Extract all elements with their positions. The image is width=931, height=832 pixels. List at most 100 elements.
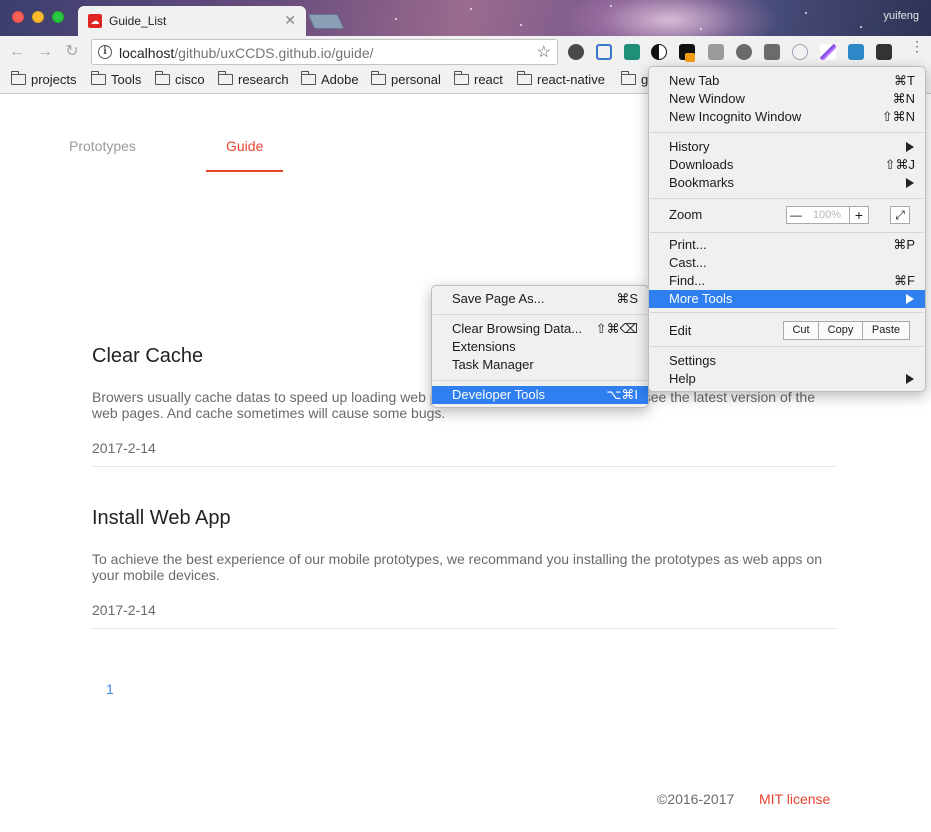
- extension-gear-icon[interactable]: [736, 44, 752, 60]
- menu-item-more-tools[interactable]: More Tools: [649, 290, 925, 308]
- extension-tag-icon[interactable]: [764, 44, 780, 60]
- tab-title: Guide_List: [109, 14, 167, 28]
- cut-button[interactable]: Cut: [783, 321, 819, 340]
- pagination-page-1[interactable]: 1: [106, 681, 114, 697]
- folder-icon: [218, 71, 233, 85]
- menu-item-label: Task Manager: [452, 357, 534, 372]
- nav-prototypes-link[interactable]: Prototypes: [69, 138, 136, 154]
- extension-s-icon[interactable]: [708, 44, 724, 60]
- zoom-in-button[interactable]: +: [849, 206, 869, 224]
- fullscreen-icon[interactable]: ⤢: [890, 206, 910, 224]
- license-link[interactable]: MIT license: [759, 791, 830, 807]
- article-divider: [92, 466, 836, 467]
- chrome-menu-icon[interactable]: ⋮: [910, 39, 924, 53]
- paste-button[interactable]: Paste: [862, 321, 910, 340]
- menu-shortcut: ⌘P: [893, 237, 915, 252]
- menu-separator: [650, 132, 924, 133]
- menu-item-developer-tools[interactable]: Developer Tools ⌥⌘I: [432, 386, 648, 404]
- folder-icon: [621, 71, 636, 85]
- bookmark-folder[interactable]: cisco: [155, 71, 205, 87]
- extension-react-icon[interactable]: [792, 44, 808, 60]
- extension-film-icon[interactable]: [876, 44, 892, 60]
- menu-separator: [650, 346, 924, 347]
- info-icon[interactable]: i: [98, 45, 112, 59]
- active-tab[interactable]: ☁ Guide_List ✕: [78, 6, 306, 36]
- menu-item-cast[interactable]: Cast...: [649, 254, 925, 272]
- menu-separator: [433, 380, 647, 381]
- copyright-text: ©2016-2017: [657, 791, 735, 807]
- extension-swirl-icon[interactable]: [624, 44, 640, 60]
- menu-item-settings[interactable]: Settings: [649, 352, 925, 370]
- bookmark-folder[interactable]: Tools: [91, 71, 142, 87]
- extension-screenshot-icon[interactable]: [596, 44, 612, 60]
- extension-feather-icon[interactable]: [820, 44, 836, 60]
- tab-close-icon[interactable]: ✕: [284, 12, 296, 29]
- article-title[interactable]: Install Web App: [92, 507, 231, 530]
- bookmark-folder[interactable]: g: [621, 71, 648, 87]
- menu-item-help[interactable]: Help: [649, 370, 925, 388]
- forward-arrow-icon[interactable]: →: [36, 43, 54, 61]
- chrome-main-menu: New Tab ⌘T New Window ⌘N New Incognito W…: [648, 66, 926, 392]
- menu-item-save-page[interactable]: Save Page As... ⌘S: [432, 290, 648, 308]
- wallpaper-star: [860, 26, 862, 28]
- menu-item-label: New Window: [669, 91, 745, 106]
- reload-icon[interactable]: ↻: [63, 43, 81, 61]
- menu-item-new-tab[interactable]: New Tab ⌘T: [649, 72, 925, 90]
- bookmark-label: research: [238, 72, 289, 87]
- menu-shortcut: ⇧⌘N: [881, 109, 915, 124]
- menu-separator: [650, 232, 924, 233]
- url-host: localhost: [119, 45, 175, 61]
- article-date: 2017-2-14: [92, 440, 156, 456]
- zoom-out-button[interactable]: —: [786, 206, 806, 224]
- back-arrow-icon[interactable]: ←: [8, 43, 26, 61]
- menu-item-extensions[interactable]: Extensions: [432, 338, 648, 356]
- menu-item-print[interactable]: Print... ⌘P: [649, 236, 925, 254]
- zoom-level: 100%: [805, 206, 849, 224]
- copy-button[interactable]: Copy: [818, 321, 863, 340]
- article-body: To achieve the best experience of our mo…: [92, 551, 822, 583]
- menu-shortcut: ⌘N: [892, 91, 915, 106]
- bookmark-folder[interactable]: projects: [11, 71, 77, 87]
- menu-item-downloads[interactable]: Downloads ⇧⌘J: [649, 156, 925, 174]
- bookmark-folder[interactable]: research: [218, 71, 289, 87]
- url-text[interactable]: localhost/github/uxCCDS.github.io/guide/: [119, 45, 374, 61]
- extension-evernote-icon[interactable]: [568, 44, 584, 60]
- menu-item-new-incognito-window[interactable]: New Incognito Window ⇧⌘N: [649, 108, 925, 126]
- menu-separator: [433, 314, 647, 315]
- folder-icon: [454, 71, 469, 85]
- submenu-arrow-icon: [906, 178, 914, 188]
- bookmark-label: Tools: [111, 72, 142, 87]
- new-tab-button[interactable]: [307, 14, 345, 29]
- menu-item-label: History: [669, 139, 710, 154]
- bookmark-star-icon[interactable]: ☆: [537, 42, 551, 62]
- submenu-arrow-icon: [906, 374, 914, 384]
- menu-item-task-manager[interactable]: Task Manager: [432, 356, 648, 374]
- bookmark-folder[interactable]: react: [454, 71, 503, 87]
- bookmark-folder[interactable]: react-native: [517, 71, 605, 87]
- folder-icon: [155, 71, 170, 85]
- address-bar[interactable]: i localhost/github/uxCCDS.github.io/guid…: [91, 39, 558, 65]
- window-zoom-button[interactable]: [52, 11, 64, 23]
- menu-item-find[interactable]: Find... ⌘F: [649, 272, 925, 290]
- bookmark-folder[interactable]: personal: [371, 71, 441, 87]
- window-close-button[interactable]: [12, 11, 24, 23]
- menu-item-new-window[interactable]: New Window ⌘N: [649, 90, 925, 108]
- submenu-arrow-icon: [906, 142, 914, 152]
- bookmark-label: personal: [391, 72, 441, 87]
- article-title[interactable]: Clear Cache: [92, 345, 203, 368]
- menu-separator: [650, 198, 924, 199]
- window-minimize-button[interactable]: [32, 11, 44, 23]
- extension-s-blue-icon[interactable]: [848, 44, 864, 60]
- menu-item-label: Cast...: [669, 255, 707, 270]
- bookmark-folder[interactable]: Adobe: [301, 71, 359, 87]
- submenu-arrow-icon: [906, 294, 914, 304]
- wallpaper-star: [610, 5, 612, 7]
- menu-item-bookmarks[interactable]: Bookmarks: [649, 174, 925, 192]
- menu-shortcut: ⇧⌘⌫: [595, 321, 638, 336]
- menu-item-history[interactable]: History: [649, 138, 925, 156]
- menu-item-clear-browsing-data[interactable]: Clear Browsing Data... ⇧⌘⌫: [432, 320, 648, 338]
- profile-name[interactable]: yuifeng: [884, 10, 919, 22]
- menu-item-label: Extensions: [452, 339, 516, 354]
- nav-guide-link[interactable]: Guide: [226, 138, 263, 154]
- extension-contrast-icon[interactable]: [651, 44, 667, 60]
